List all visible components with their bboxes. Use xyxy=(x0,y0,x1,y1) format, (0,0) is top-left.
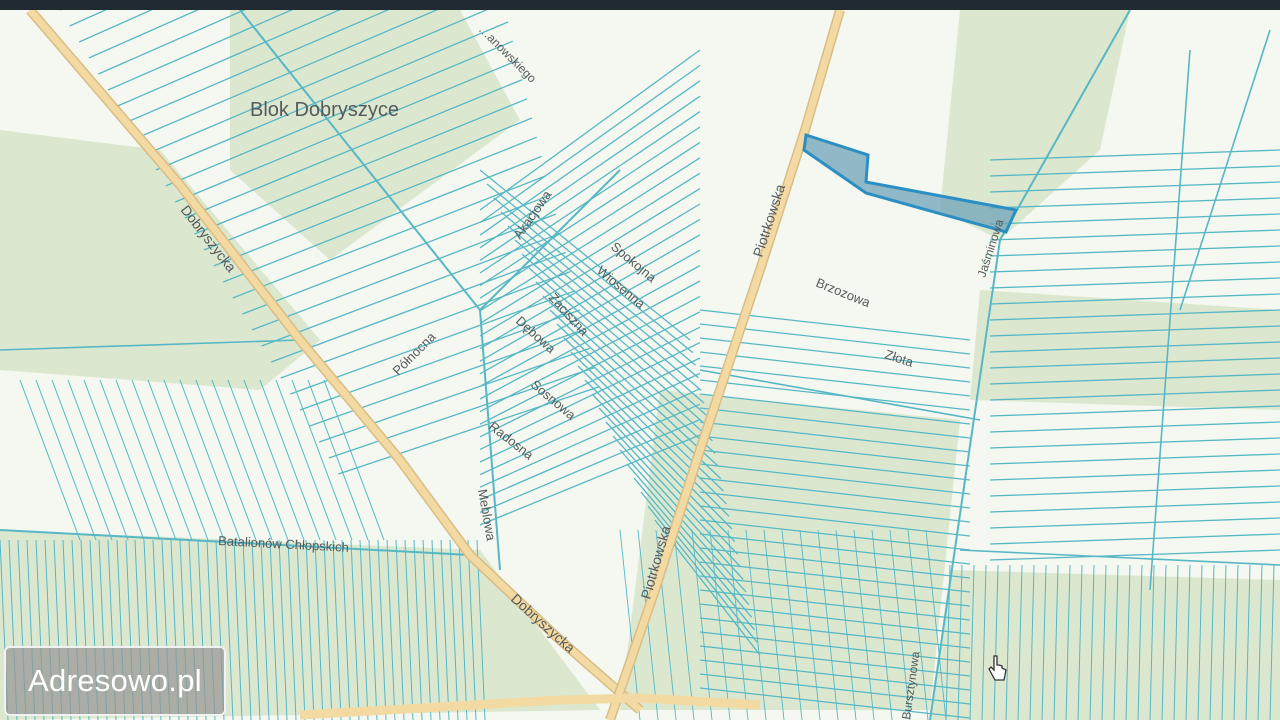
adresowo-watermark: Adresowo.pl xyxy=(4,646,226,716)
screen: Blok Dobryszyce Dobryszycka Dobryszycka … xyxy=(0,0,1280,720)
cadastral-map[interactable]: Blok Dobryszyce Dobryszycka Dobryszycka … xyxy=(0,10,1280,720)
hand-cursor-icon xyxy=(988,655,1007,681)
area-label: Blok Dobryszyce xyxy=(250,99,399,121)
